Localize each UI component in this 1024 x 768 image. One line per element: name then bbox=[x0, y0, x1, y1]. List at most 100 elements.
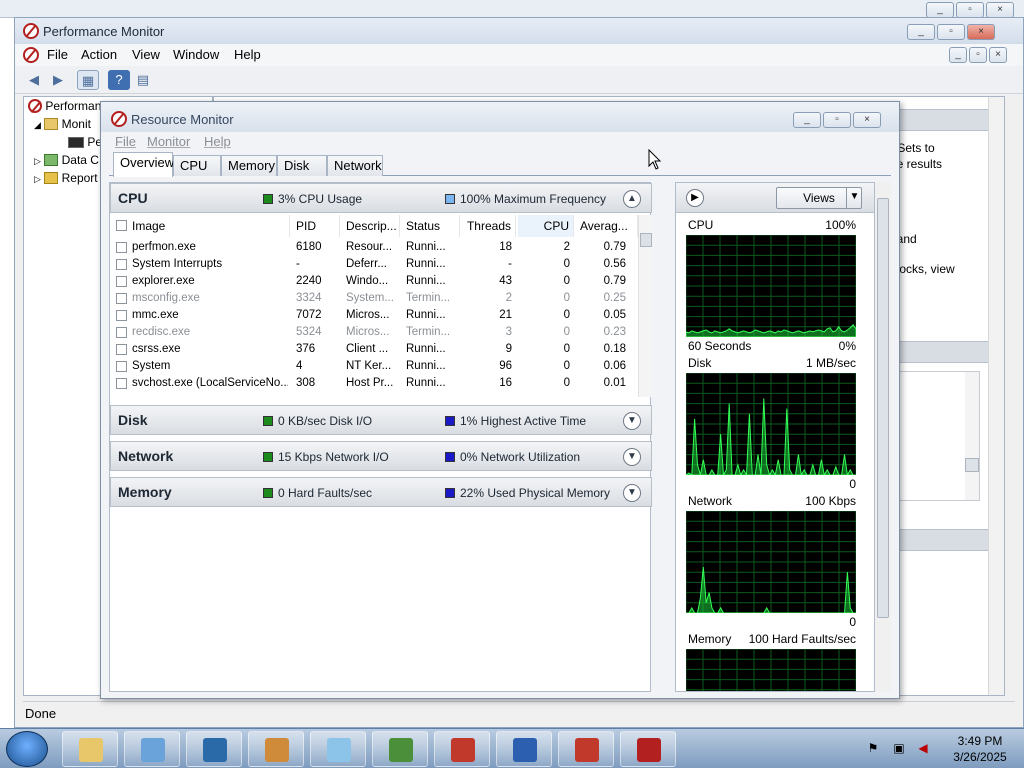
menu-help[interactable]: Help bbox=[204, 134, 231, 149]
row-checkbox[interactable] bbox=[116, 242, 127, 253]
collapsed-triangle-icon[interactable]: ▷ bbox=[34, 174, 41, 184]
menu-help[interactable]: Help bbox=[234, 47, 261, 62]
help-icon[interactable]: ? bbox=[108, 70, 130, 90]
document-window-controls[interactable]: _ ▫ × bbox=[947, 46, 1007, 63]
graphs-panel-scrollbar[interactable] bbox=[875, 182, 891, 692]
system-clock[interactable]: 3:49 PM 3/26/2025 bbox=[940, 733, 1020, 765]
menu-file[interactable]: File bbox=[47, 47, 68, 62]
maximize-icon[interactable]: ▫ bbox=[823, 112, 851, 128]
window-controls[interactable]: _ ▫ × bbox=[791, 111, 881, 128]
show-hide-action-pane-icon[interactable]: ▤ bbox=[132, 70, 154, 90]
expanded-triangle-icon[interactable]: ◢ bbox=[34, 120, 41, 130]
taskbar-button-performance-monitor-icon[interactable] bbox=[620, 731, 676, 767]
table-row[interactable]: svchost.exe (LocalServiceNo... 308 Host Pr… bbox=[110, 375, 638, 392]
tab-memory[interactable]: Memory bbox=[221, 155, 277, 176]
cpu-table-scrollbar[interactable] bbox=[638, 215, 652, 397]
window-controls[interactable]: _ ▫ × bbox=[905, 23, 995, 40]
restore-icon[interactable]: ▫ bbox=[956, 2, 984, 18]
close-icon[interactable]: × bbox=[853, 112, 881, 128]
minimize-icon[interactable]: _ bbox=[926, 2, 954, 18]
taskbar-button-control-panel-icon[interactable] bbox=[124, 731, 180, 767]
performance-monitor-titlebar[interactable]: Performance Monitor _ ▫ × bbox=[15, 18, 1023, 44]
tab-overview[interactable]: Overview bbox=[113, 152, 174, 177]
table-row[interactable]: csrss.exe 376 Client ... Runni... 9 0 0.18 bbox=[110, 341, 638, 358]
action-center-flag-icon[interactable]: ⚑ bbox=[866, 741, 880, 755]
menu-file[interactable]: File bbox=[115, 134, 136, 149]
tab-cpu[interactable]: CPU bbox=[173, 155, 221, 176]
table-row[interactable]: mmc.exe 7072 Micros... Runni... 21 0 0.05 bbox=[110, 307, 638, 324]
forward-arrow-icon[interactable]: ▶ bbox=[47, 70, 69, 90]
taskbar-button-network-diagnostic-icon[interactable] bbox=[186, 731, 242, 767]
row-checkbox[interactable] bbox=[116, 259, 127, 270]
select-all-checkbox[interactable] bbox=[116, 220, 127, 231]
tab-network[interactable]: Network bbox=[327, 155, 383, 176]
scroll-thumb[interactable] bbox=[965, 458, 979, 472]
chevron-down-icon[interactable]: ▼ bbox=[623, 412, 641, 430]
mmc-document-icon[interactable] bbox=[23, 47, 39, 63]
close-icon[interactable]: × bbox=[967, 24, 995, 40]
taskbar-button-computer-management-icon[interactable] bbox=[372, 731, 428, 767]
column-header-description[interactable]: Descrip... bbox=[342, 215, 400, 237]
scroll-thumb[interactable] bbox=[640, 233, 652, 247]
maximize-icon[interactable]: ▫ bbox=[937, 24, 965, 40]
column-header-average-cpu[interactable]: Averag... bbox=[576, 215, 638, 237]
start-button-windows-icon[interactable] bbox=[6, 731, 48, 767]
views-dropdown-arrow-icon[interactable]: ▼ bbox=[846, 187, 862, 209]
menu-view[interactable]: View bbox=[132, 47, 160, 62]
table-row[interactable]: recdisc.exe 5324 Micros... Termin... 3 0 0.23 bbox=[110, 324, 638, 341]
taskbar-button-remote-desktop-icon[interactable] bbox=[496, 731, 552, 767]
tree-item-monitoring-tools[interactable]: ◢ Monit bbox=[34, 117, 91, 131]
tab-disk[interactable]: Disk bbox=[277, 155, 327, 176]
column-header-cpu[interactable]: CPU bbox=[518, 215, 574, 237]
menu-monitor[interactable]: Monitor bbox=[147, 134, 190, 149]
table-row[interactable]: perfmon.exe 6180 Resour... Runni... 18 2 0.79 bbox=[110, 239, 638, 256]
network-tray-icon[interactable]: ▣ bbox=[892, 741, 906, 755]
row-checkbox[interactable] bbox=[116, 344, 127, 355]
collapsed-triangle-icon[interactable]: ▷ bbox=[34, 156, 41, 166]
background-window-controls[interactable]: _ ▫ × bbox=[924, 1, 1014, 18]
memory-section-header[interactable]: Memory 0 Hard Faults/sec 22% Used Physic… bbox=[110, 477, 652, 507]
table-row[interactable]: msconfig.exe 3324 System... Termin... 2 0 0.25 bbox=[110, 290, 638, 307]
doc-close-icon[interactable]: × bbox=[989, 47, 1007, 63]
table-row[interactable]: System Interrupts - Deferr... Runni... - 0 0.5… bbox=[110, 256, 638, 273]
chevron-right-icon[interactable]: ▶ bbox=[686, 189, 704, 207]
column-header-status[interactable]: Status bbox=[402, 215, 460, 237]
taskbar-button-paint-icon[interactable] bbox=[248, 731, 304, 767]
summary-list-scrollbar[interactable] bbox=[965, 372, 979, 500]
chevron-down-icon[interactable]: ▼ bbox=[623, 484, 641, 502]
tree-item-reports[interactable]: ▷ Report bbox=[34, 171, 98, 185]
taskbar-button-notepad-icon[interactable] bbox=[310, 731, 366, 767]
chevron-up-icon[interactable]: ▲ bbox=[623, 190, 641, 208]
volume-muted-icon[interactable]: ◀ bbox=[916, 741, 930, 755]
menu-action[interactable]: Action bbox=[81, 47, 117, 62]
column-header-image[interactable]: Image bbox=[110, 215, 290, 237]
row-checkbox[interactable] bbox=[116, 276, 127, 287]
column-header-pid[interactable]: PID bbox=[292, 215, 340, 237]
results-pane-scrollbar[interactable] bbox=[988, 97, 1004, 695]
show-hide-console-tree-icon[interactable]: ▦ bbox=[77, 70, 99, 90]
table-row[interactable]: System 4 NT Ker... Runni... 96 0 0.06 bbox=[110, 358, 638, 375]
taskbar-button-toolbox-icon-2[interactable] bbox=[558, 731, 614, 767]
minimize-icon[interactable]: _ bbox=[793, 112, 821, 128]
close-icon[interactable]: × bbox=[986, 2, 1014, 18]
row-checkbox[interactable] bbox=[116, 378, 127, 389]
row-checkbox[interactable] bbox=[116, 293, 127, 304]
network-section-header[interactable]: Network 15 Kbps Network I/O 0% Network U… bbox=[110, 441, 652, 471]
back-arrow-icon[interactable]: ◀ bbox=[23, 70, 45, 90]
row-checkbox[interactable] bbox=[116, 361, 127, 372]
doc-minimize-icon[interactable]: _ bbox=[949, 47, 967, 63]
chevron-down-icon[interactable]: ▼ bbox=[623, 448, 641, 466]
table-row[interactable]: explorer.exe 2240 Windo... Runni... 43 0 0.79 bbox=[110, 273, 638, 290]
disk-section-header[interactable]: Disk 0 KB/sec Disk I/O 1% Highest Active… bbox=[110, 405, 652, 435]
tree-item-performance[interactable]: Performan bbox=[28, 99, 101, 113]
resource-monitor-titlebar[interactable]: Resource Monitor _ ▫ × bbox=[101, 102, 899, 132]
minimize-icon[interactable]: _ bbox=[907, 24, 935, 40]
tree-item-data-collector-sets[interactable]: ▷ Data C bbox=[34, 153, 99, 167]
taskbar-button-explorer-folder-icon[interactable] bbox=[62, 731, 118, 767]
scroll-thumb[interactable] bbox=[877, 198, 889, 618]
menu-window[interactable]: Window bbox=[173, 47, 219, 62]
taskbar-button-toolbox-icon[interactable] bbox=[434, 731, 490, 767]
doc-restore-icon[interactable]: ▫ bbox=[969, 47, 987, 63]
row-checkbox[interactable] bbox=[116, 310, 127, 321]
cpu-section-header[interactable]: CPU 3% CPU Usage 100% Maximum Frequency … bbox=[110, 183, 652, 213]
